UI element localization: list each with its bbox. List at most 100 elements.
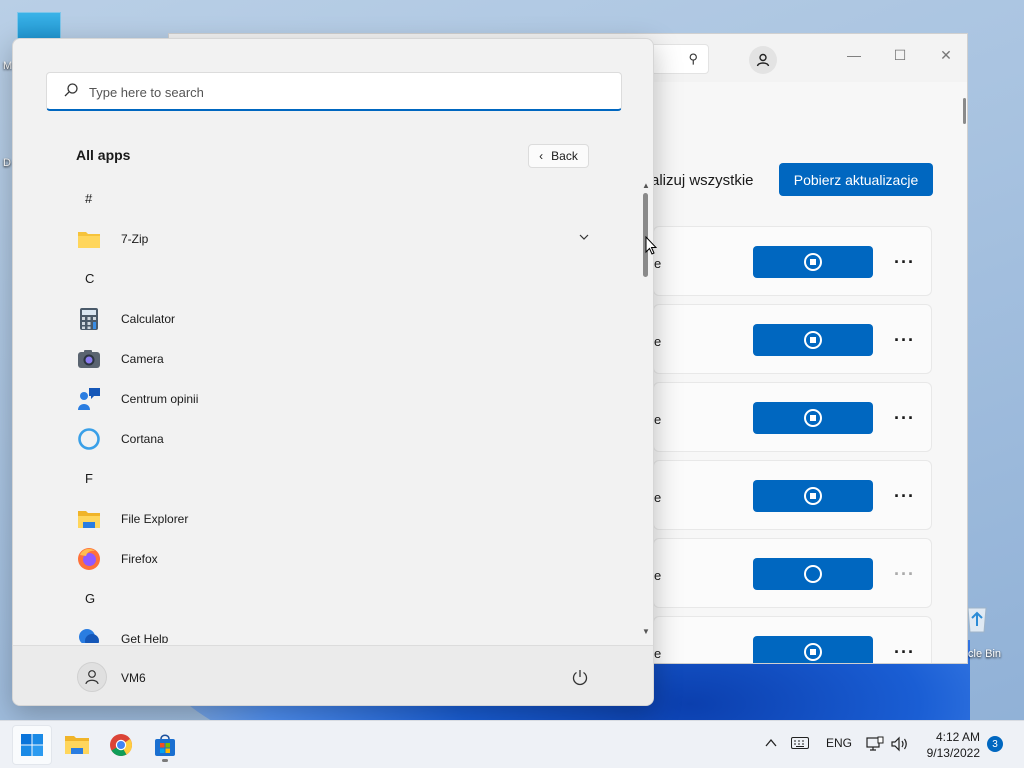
feedback-hub-icon (78, 388, 100, 410)
get-help-icon (79, 629, 99, 643)
stop-download-button[interactable] (753, 636, 873, 663)
search-icon: ⚲ (688, 51, 698, 66)
stop-download-button[interactable] (753, 480, 873, 512)
notification-badge[interactable]: 3 (987, 736, 1003, 752)
keyboard-icon[interactable] (791, 737, 809, 749)
clock-time: 4:12 AM (935, 730, 980, 744)
update-row-text: e (654, 412, 662, 427)
app-name: Camera (121, 352, 164, 366)
section-letter: F (85, 471, 93, 486)
user-name[interactable]: VM6 (121, 671, 146, 685)
stop-download-button[interactable] (753, 324, 873, 356)
stop-download-button[interactable] (753, 402, 873, 434)
more-options-icon[interactable]: ··· (894, 330, 915, 351)
taskbar-chrome[interactable] (101, 725, 141, 765)
chevron-down-icon[interactable] (578, 231, 590, 243)
section-letter: C (85, 271, 95, 286)
back-button-label: Back (551, 149, 578, 163)
app-item-file-explorer[interactable]: File Explorer (13, 499, 641, 539)
scrollbar-thumb[interactable] (643, 193, 648, 277)
desktop-icon-label: D (3, 157, 11, 169)
start-footer: VM6 (13, 645, 653, 705)
app-item-7zip[interactable]: 7-Zip (13, 219, 641, 259)
search-input[interactable] (89, 81, 589, 103)
pending-download-button[interactable] (753, 558, 873, 590)
update-row-text: e (654, 256, 662, 271)
section-letter: # (85, 191, 93, 206)
section-header-c[interactable]: C (13, 259, 641, 299)
running-indicator (162, 759, 168, 762)
user-avatar[interactable] (77, 662, 107, 692)
app-name: Cortana (121, 432, 164, 446)
scroll-down-icon[interactable]: ▼ (642, 627, 650, 636)
app-name: Get Help (121, 632, 169, 643)
update-row: e ··· (653, 226, 932, 296)
app-name: File Explorer (121, 512, 189, 526)
stop-icon (804, 331, 822, 349)
recycle-bin-label: cle Bin (968, 648, 1002, 660)
start-icon (21, 734, 43, 756)
start-search-box[interactable] (46, 72, 622, 111)
update-row: e ··· (653, 460, 932, 530)
chevron-up-icon[interactable] (765, 738, 777, 748)
get-updates-button[interactable]: Pobierz aktualizacje (779, 163, 933, 196)
back-button[interactable]: ‹ Back (528, 144, 589, 168)
cortana-icon (78, 428, 100, 450)
update-all-link[interactable]: alizuj wszystkie (651, 172, 754, 189)
more-options-icon[interactable]: ··· (894, 252, 915, 273)
app-item-calculator[interactable]: Calculator (13, 299, 641, 339)
update-row-text: e (654, 490, 662, 505)
stop-icon (804, 643, 822, 661)
all-apps-heading: All apps (76, 147, 131, 163)
section-header-f[interactable]: F (13, 459, 641, 499)
file-explorer-icon (78, 511, 100, 528)
app-item-firefox[interactable]: Firefox (13, 539, 641, 579)
chevron-left-icon: ‹ (539, 149, 544, 163)
loading-icon (804, 565, 822, 583)
app-name: Centrum opinii (121, 392, 199, 406)
update-row-text: e (654, 646, 662, 661)
stop-icon (804, 409, 822, 427)
folder-icon (78, 232, 100, 248)
app-item-cortana[interactable]: Cortana (13, 419, 641, 459)
more-options-icon[interactable]: ··· (894, 642, 915, 663)
firefox-icon (78, 548, 100, 570)
person-icon (85, 670, 99, 685)
app-item-camera[interactable]: Camera (13, 339, 641, 379)
update-row-text: e (654, 334, 662, 349)
app-item-get-help[interactable]: Get Help (13, 619, 641, 643)
app-name: Firefox (121, 552, 158, 566)
stop-download-button[interactable] (753, 246, 873, 278)
camera-icon (78, 350, 100, 368)
store-icon (155, 734, 175, 756)
volume-icon[interactable] (891, 736, 909, 752)
more-options-icon[interactable]: ··· (894, 486, 915, 507)
store-scrollbar[interactable] (963, 98, 966, 124)
language-indicator[interactable]: ENG (826, 736, 852, 750)
scroll-up-icon[interactable]: ▲ (642, 181, 650, 190)
calculator-icon (80, 308, 98, 330)
close-button[interactable]: ✕ (923, 40, 967, 70)
mouse-cursor-icon (645, 236, 657, 255)
minimize-button[interactable]: — (831, 40, 877, 70)
more-options-icon[interactable]: ··· (894, 408, 915, 429)
app-item-centrum-opinii[interactable]: Centrum opinii (13, 379, 641, 419)
update-row-text: e (654, 568, 662, 583)
start-button[interactable] (12, 725, 52, 765)
network-icon[interactable] (866, 736, 884, 752)
section-header-hash[interactable]: # (13, 179, 641, 219)
power-icon[interactable] (571, 668, 589, 686)
start-menu: All apps ‹ Back # 7-Zip C (12, 38, 654, 706)
desktop-icon-label: M (3, 60, 13, 72)
section-header-g[interactable]: G (13, 579, 641, 619)
clock[interactable]: 4:12 AM 9/13/2022 (916, 729, 980, 761)
maximize-button[interactable]: ☐ (877, 40, 923, 70)
app-list: # 7-Zip C Calculator Camera Centrum opin… (13, 179, 641, 643)
update-row: e ··· (653, 304, 932, 374)
clock-date: 9/13/2022 (926, 746, 980, 760)
file-explorer-icon (65, 736, 89, 754)
more-options-icon[interactable]: ··· (894, 564, 915, 585)
update-row: e ··· (653, 382, 932, 452)
account-button[interactable] (749, 46, 777, 74)
taskbar-file-explorer[interactable] (57, 725, 97, 765)
